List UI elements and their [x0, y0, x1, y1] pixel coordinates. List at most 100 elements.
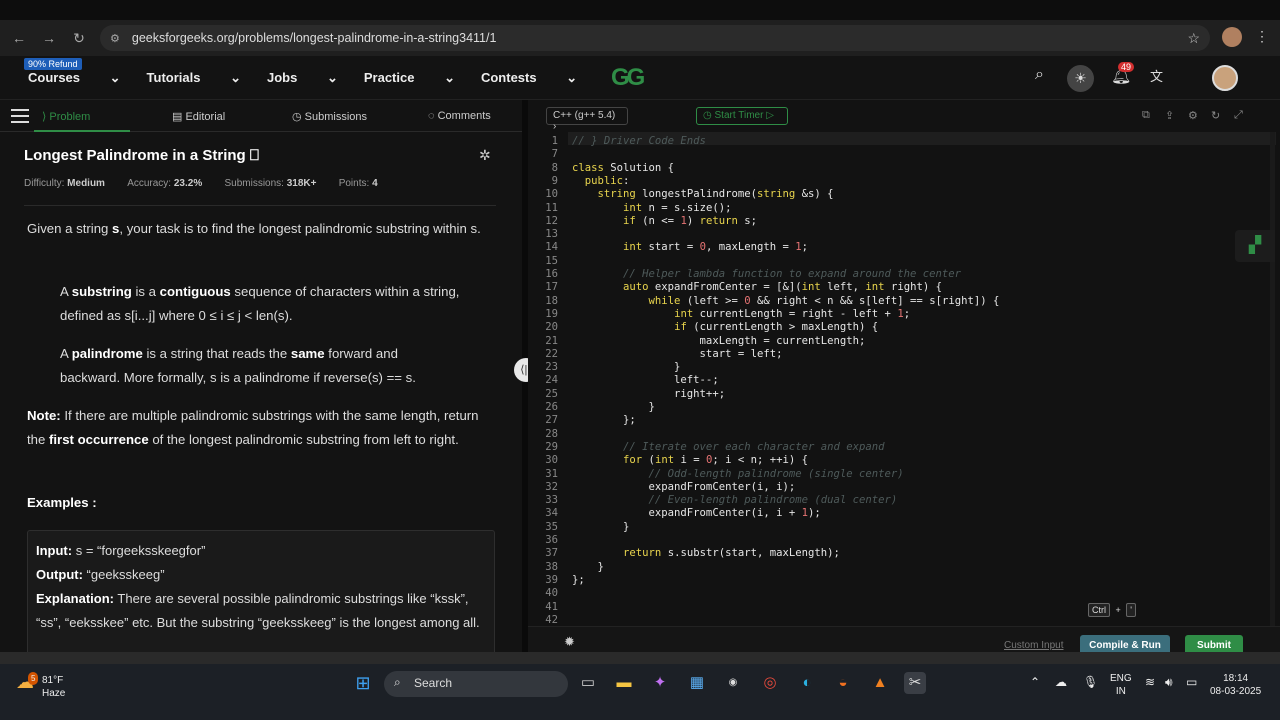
- taskbar-search[interactable]: ⌕ Search: [384, 671, 568, 697]
- windows-start-icon[interactable]: ⊞: [352, 672, 374, 694]
- tray-chevron-icon[interactable]: ⌃: [1030, 676, 1040, 689]
- line-number: 38: [545, 560, 558, 573]
- menu-courses[interactable]: Courses ⌄: [28, 70, 121, 86]
- gfg-logo[interactable]: GG: [611, 64, 663, 92]
- language-indicator[interactable]: ENG IN: [1110, 672, 1132, 698]
- code-line: expandFromCenter(i, i);: [572, 480, 796, 493]
- tab-submissions[interactable]: ◷ Submissions: [292, 110, 367, 123]
- line-number: 26: [545, 401, 558, 413]
- palindrome-definition: A palindrome is a string that reads the …: [60, 346, 416, 385]
- microphone-icon[interactable]: 🎙︎: [1083, 676, 1098, 689]
- browser-profile-avatar[interactable]: [1222, 27, 1242, 47]
- code-line: // Even-length palindrome (dual center): [572, 494, 898, 507]
- clock[interactable]: 18:14 08-03-2025: [1210, 672, 1261, 698]
- tab-problem[interactable]: ⟩ Problem: [42, 110, 90, 123]
- fullscreen-icon[interactable]: ⤢: [1234, 109, 1243, 122]
- line-number: 8: [551, 161, 558, 174]
- translate-icon[interactable]: 文: [1150, 66, 1163, 85]
- editor-panel: C++ (g++ 5.4) › ◷ Start Timer ▷ ⧉ ⇪ ⚙ ↻ …: [528, 100, 1280, 657]
- file-explorer-icon[interactable]: ▬: [613, 672, 635, 694]
- line-number: 11: [545, 201, 558, 214]
- firefox-icon[interactable]: ◒: [832, 672, 854, 694]
- code-line: while (left >= 0 && right < n && s[left]…: [648, 294, 1000, 307]
- line-number: 39: [545, 573, 558, 586]
- task-view-icon[interactable]: ▭: [577, 672, 599, 694]
- back-icon[interactable]: ←: [8, 30, 30, 46]
- line-number: 25: [545, 387, 558, 400]
- line-number: 14: [545, 241, 558, 254]
- line-number: 40: [545, 587, 558, 600]
- edge-icon[interactable]: ◐: [796, 672, 818, 694]
- code-line: return s.substr(start, maxLength);: [623, 547, 840, 560]
- line-number: 22: [545, 347, 558, 360]
- shortcut-hint: Ctrl + ': [1088, 603, 1137, 617]
- examples-heading: Examples :: [27, 495, 97, 510]
- menu-jobs[interactable]: Jobs ⌄: [267, 70, 338, 86]
- editor-scrollbar[interactable]: [1270, 132, 1275, 626]
- language-select[interactable]: C++ (g++ 5.4) ›: [546, 107, 628, 132]
- code-line: left--;: [572, 374, 719, 387]
- line-number: 29: [545, 440, 558, 453]
- bookmark-star-icon[interactable]: ☆: [1187, 30, 1200, 47]
- dell-icon[interactable]: ◉: [722, 672, 744, 694]
- chrome-icon[interactable]: ◎: [759, 672, 781, 694]
- windows-taskbar: ☁ 5 81°F Haze ⊞ ⌕ Search ▭ ▬ ✦ ▦ ◉ ◎ ◐ ◒ …: [0, 664, 1280, 720]
- editor-toolbar: C++ (g++ 5.4) › ◷ Start Timer ▷ ⧉ ⇪ ⚙ ↻ …: [528, 100, 1280, 132]
- hamburger-icon[interactable]: [11, 109, 29, 123]
- reload-icon[interactable]: ↻: [68, 30, 90, 47]
- copilot-icon[interactable]: ✦: [649, 672, 671, 694]
- page-bottom-strip: [0, 652, 1280, 664]
- address-bar[interactable]: ⚙ geeksforgeeks.org/problems/longest-pal…: [100, 25, 1210, 51]
- menu-contests[interactable]: Contests ⌄: [481, 70, 577, 86]
- bookmark-icon[interactable]: ⎕: [250, 147, 259, 164]
- substring-definition: A substring is a contiguous sequence of …: [60, 284, 460, 323]
- tab-editorial[interactable]: ▤ Editorial: [172, 110, 225, 123]
- site-info-icon[interactable]: ⚙: [110, 32, 120, 45]
- code-line: }: [572, 361, 681, 374]
- reset-icon[interactable]: ↻: [1211, 109, 1220, 122]
- code-line: class Solution {: [572, 161, 675, 174]
- battery-icon[interactable]: ▭: [1186, 676, 1197, 689]
- code-line: start = left;: [572, 347, 783, 360]
- problem-tabs: ⟩ Problem ▤ Editorial ◷ Submissions ◌ Co…: [0, 100, 522, 132]
- wifi-icon[interactable]: ≋: [1145, 676, 1155, 689]
- browser-menu-icon[interactable]: ⋮: [1255, 28, 1269, 45]
- tab-comments[interactable]: ◌ Comments: [428, 110, 491, 122]
- line-number: 33: [545, 494, 558, 507]
- forward-icon[interactable]: →: [38, 30, 60, 46]
- line-number: 35: [545, 520, 558, 533]
- weather-badge: 5: [28, 672, 39, 685]
- theme-toggle-icon[interactable]: ☀: [1067, 65, 1094, 92]
- custom-input-link[interactable]: Custom Input: [1004, 640, 1063, 651]
- upload-icon[interactable]: ⇪: [1165, 109, 1174, 122]
- start-timer-button[interactable]: ◷ Start Timer ▷: [696, 107, 788, 125]
- user-avatar[interactable]: [1212, 65, 1238, 91]
- volume-icon[interactable]: 🔊︎: [1165, 676, 1173, 689]
- browser-toolbar: ← → ↻ ⚙ geeksforgeeks.org/problems/longe…: [0, 20, 1280, 56]
- copy-icon[interactable]: ⧉: [1142, 109, 1150, 122]
- settings-icon[interactable]: ⚙: [1188, 109, 1198, 122]
- window-top-strip: [0, 0, 1280, 20]
- line-number: 21: [545, 334, 558, 347]
- problem-panel: ⟩ Problem ▤ Editorial ◷ Submissions ◌ Co…: [0, 100, 522, 652]
- snipping-tool-icon[interactable]: ✂: [904, 672, 926, 694]
- code-editor[interactable]: 1 // } Driver Code Ends 7 8 class Solution {…: [528, 132, 1276, 626]
- line-number: 34: [545, 507, 558, 520]
- code-line: expandFromCenter(i, i + 1);: [572, 507, 821, 520]
- line-number: 18: [545, 294, 558, 307]
- menu-tutorials[interactable]: Tutorials ⌄: [147, 70, 241, 86]
- line-number: 7: [551, 148, 558, 161]
- code-line: maxLength = currentLength;: [572, 334, 866, 347]
- menu-practice[interactable]: Practice ⌄: [364, 70, 455, 86]
- onedrive-icon[interactable]: ☁: [1055, 676, 1067, 689]
- line-number: 9: [551, 174, 558, 187]
- report-bug-icon[interactable]: ✲: [479, 147, 491, 164]
- search-icon[interactable]: ⌕: [1035, 66, 1044, 84]
- store-icon[interactable]: ▦: [686, 672, 708, 694]
- line-number: 31: [545, 467, 558, 480]
- vlc-icon[interactable]: ▲: [869, 672, 891, 694]
- theme-icon[interactable]: ✹: [564, 634, 575, 650]
- chat-icon[interactable]: ▞: [1235, 230, 1275, 262]
- code-line: if (currentLength > maxLength) {: [674, 321, 879, 334]
- code-line: // Helper lambda function to expand arou…: [572, 268, 962, 280]
